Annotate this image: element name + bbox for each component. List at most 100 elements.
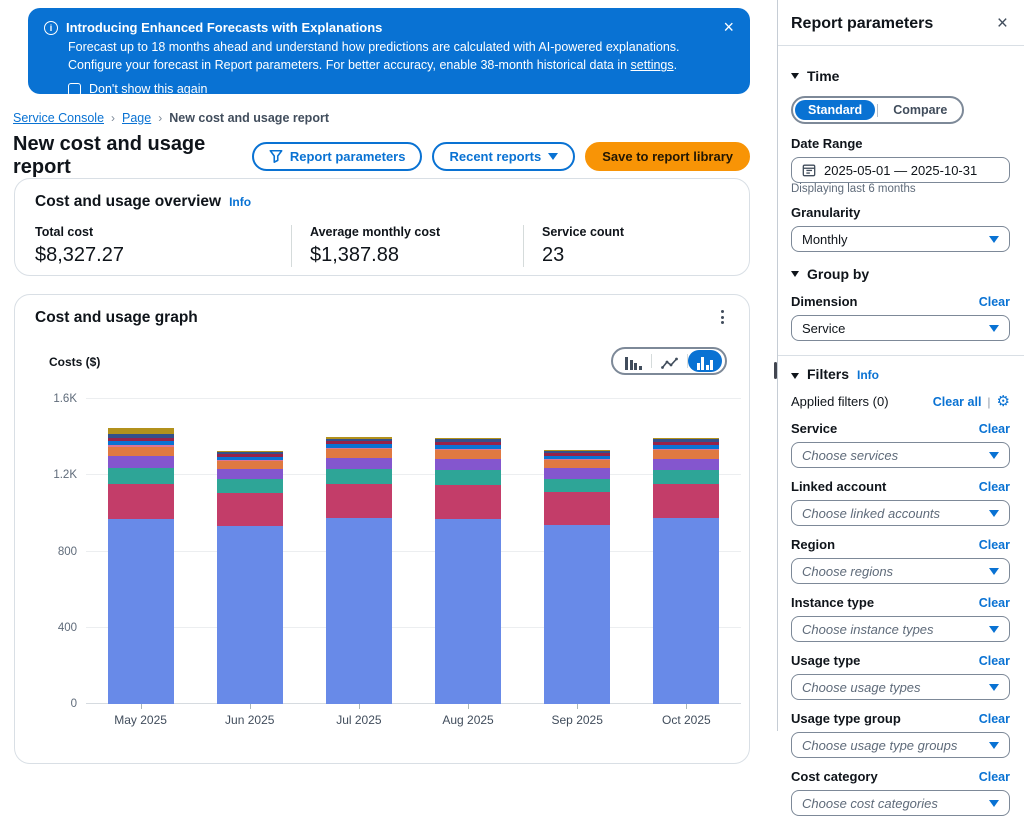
filter-clear-link[interactable]: Clear bbox=[979, 538, 1010, 552]
chevron-down-icon bbox=[989, 800, 999, 807]
bar-segment[interactable] bbox=[653, 484, 719, 518]
overview-info-link[interactable]: Info bbox=[229, 195, 251, 209]
x-axis-tick bbox=[468, 704, 469, 709]
filter-placeholder: Choose linked accounts bbox=[802, 506, 940, 521]
bar-segment[interactable] bbox=[435, 459, 501, 470]
bar-segment[interactable] bbox=[108, 519, 174, 704]
filter-clear-link[interactable]: Clear bbox=[979, 712, 1010, 726]
bar-segment[interactable] bbox=[544, 492, 610, 525]
gear-icon[interactable]: ⚙ bbox=[997, 394, 1010, 409]
filter-clear-link[interactable]: Clear bbox=[979, 422, 1010, 436]
bar-segment[interactable] bbox=[544, 479, 610, 492]
bar-segment[interactable] bbox=[435, 519, 501, 704]
bar-segment[interactable] bbox=[435, 485, 501, 519]
bar-segment[interactable] bbox=[653, 518, 719, 704]
bar-segment[interactable] bbox=[544, 525, 610, 704]
y-axis-tick-label: 0 bbox=[71, 698, 77, 710]
time-mode-toggle: Standard Compare bbox=[791, 96, 964, 124]
x-axis-tick bbox=[250, 704, 251, 709]
dont-show-again-checkbox[interactable] bbox=[68, 83, 81, 96]
bar-column: Sep 2025 bbox=[544, 399, 610, 704]
filter-select[interactable]: Choose services bbox=[791, 442, 1010, 468]
panel-title: Report parameters bbox=[791, 15, 933, 33]
close-icon[interactable]: × bbox=[997, 14, 1008, 33]
granularity-label: Granularity bbox=[791, 205, 1010, 220]
line-chart-button[interactable] bbox=[652, 350, 687, 372]
clear-all-link[interactable]: Clear all bbox=[933, 395, 982, 409]
overview-stats: Total cost $8,327.27 Average monthly cos… bbox=[35, 225, 729, 267]
y-axis-tick-label: 400 bbox=[58, 622, 77, 634]
stacked-bar[interactable] bbox=[217, 451, 283, 704]
bar-segment[interactable] bbox=[326, 484, 392, 518]
settings-link[interactable]: settings bbox=[631, 58, 674, 72]
stacked-bar[interactable] bbox=[435, 438, 501, 704]
group-by-section-header[interactable]: Group by bbox=[791, 266, 1010, 282]
compare-mode-button[interactable]: Compare bbox=[880, 100, 960, 120]
filter-select[interactable]: Choose cost categories bbox=[791, 790, 1010, 816]
bar-segment[interactable] bbox=[435, 450, 501, 459]
filter-clear-link[interactable]: Clear bbox=[979, 654, 1010, 668]
filters-section-header[interactable]: Filters Info bbox=[791, 366, 1010, 382]
bar-segment[interactable] bbox=[217, 461, 283, 469]
filter-select[interactable]: Choose regions bbox=[791, 558, 1010, 584]
dimension-clear-link[interactable]: Clear bbox=[979, 295, 1010, 309]
stacked-bar-chart-button[interactable] bbox=[688, 350, 723, 372]
close-icon[interactable]: × bbox=[723, 18, 734, 36]
stacked-bar[interactable] bbox=[108, 428, 174, 704]
bar-segment[interactable] bbox=[544, 468, 610, 478]
standard-mode-button[interactable]: Standard bbox=[795, 100, 875, 120]
filter-select[interactable]: Choose usage type groups bbox=[791, 732, 1010, 758]
save-to-report-library-button[interactable]: Save to report library bbox=[585, 142, 750, 171]
bar-segment[interactable] bbox=[217, 469, 283, 479]
bar-segment[interactable] bbox=[326, 449, 392, 458]
bar-segment[interactable] bbox=[217, 493, 283, 526]
bar-segment[interactable] bbox=[108, 456, 174, 468]
bar-segment[interactable] bbox=[108, 484, 174, 519]
kebab-menu-icon[interactable] bbox=[713, 307, 731, 327]
breadcrumb-current: New cost and usage report bbox=[169, 111, 329, 125]
bar-segment[interactable] bbox=[653, 450, 719, 459]
filter-label: Region bbox=[791, 537, 835, 552]
filters-section-label: Filters bbox=[807, 366, 849, 382]
bar-segment[interactable] bbox=[653, 459, 719, 470]
filter-select[interactable]: Choose usage types bbox=[791, 674, 1010, 700]
bar-segment[interactable] bbox=[653, 470, 719, 484]
filters-info-link[interactable]: Info bbox=[857, 368, 879, 382]
filter-group: Instance type Clear Choose instance type… bbox=[791, 595, 1010, 642]
report-parameters-panel: Report parameters × Time Standard Compar… bbox=[777, 0, 1024, 731]
filter-select[interactable]: Choose instance types bbox=[791, 616, 1010, 642]
x-axis-tick-label: Jul 2025 bbox=[336, 713, 381, 727]
stat-label: Total cost bbox=[35, 225, 271, 239]
x-axis-tick-label: Oct 2025 bbox=[662, 713, 711, 727]
time-section-header[interactable]: Time bbox=[791, 68, 1010, 84]
filter-clear-link[interactable]: Clear bbox=[979, 596, 1010, 610]
bar-segment[interactable] bbox=[326, 518, 392, 704]
dimension-select[interactable]: Service bbox=[791, 315, 1010, 341]
bar-segment[interactable] bbox=[217, 526, 283, 704]
bar-segment[interactable] bbox=[108, 447, 174, 457]
report-parameters-button[interactable]: Report parameters bbox=[252, 142, 423, 171]
date-range-input[interactable]: 2025-05-01 — 2025-10-31 bbox=[791, 157, 1010, 183]
breadcrumb-service-console[interactable]: Service Console bbox=[13, 111, 104, 125]
bar-segment[interactable] bbox=[435, 470, 501, 485]
stacked-bar[interactable] bbox=[544, 450, 610, 704]
filter-clear-link[interactable]: Clear bbox=[979, 480, 1010, 494]
bar-segment[interactable] bbox=[326, 469, 392, 483]
stacked-bar[interactable] bbox=[326, 437, 392, 704]
stacked-bar[interactable] bbox=[653, 438, 719, 704]
chevron-down-icon bbox=[791, 73, 799, 79]
recent-reports-button[interactable]: Recent reports bbox=[432, 142, 575, 171]
filter-select[interactable]: Choose linked accounts bbox=[791, 500, 1010, 526]
bar-segment[interactable] bbox=[326, 458, 392, 469]
filter-label: Usage type bbox=[791, 653, 860, 668]
bar-segment[interactable] bbox=[108, 468, 174, 484]
filter-group: Usage type group Clear Choose usage type… bbox=[791, 711, 1010, 758]
bar-chart-button[interactable] bbox=[616, 350, 651, 372]
time-section-label: Time bbox=[807, 68, 839, 84]
filter-clear-link[interactable]: Clear bbox=[979, 770, 1010, 784]
bar-segment[interactable] bbox=[544, 460, 610, 468]
x-axis-tick bbox=[359, 704, 360, 709]
bar-segment[interactable] bbox=[217, 479, 283, 493]
breadcrumb-page[interactable]: Page bbox=[122, 111, 151, 125]
granularity-select[interactable]: Monthly bbox=[791, 226, 1010, 252]
